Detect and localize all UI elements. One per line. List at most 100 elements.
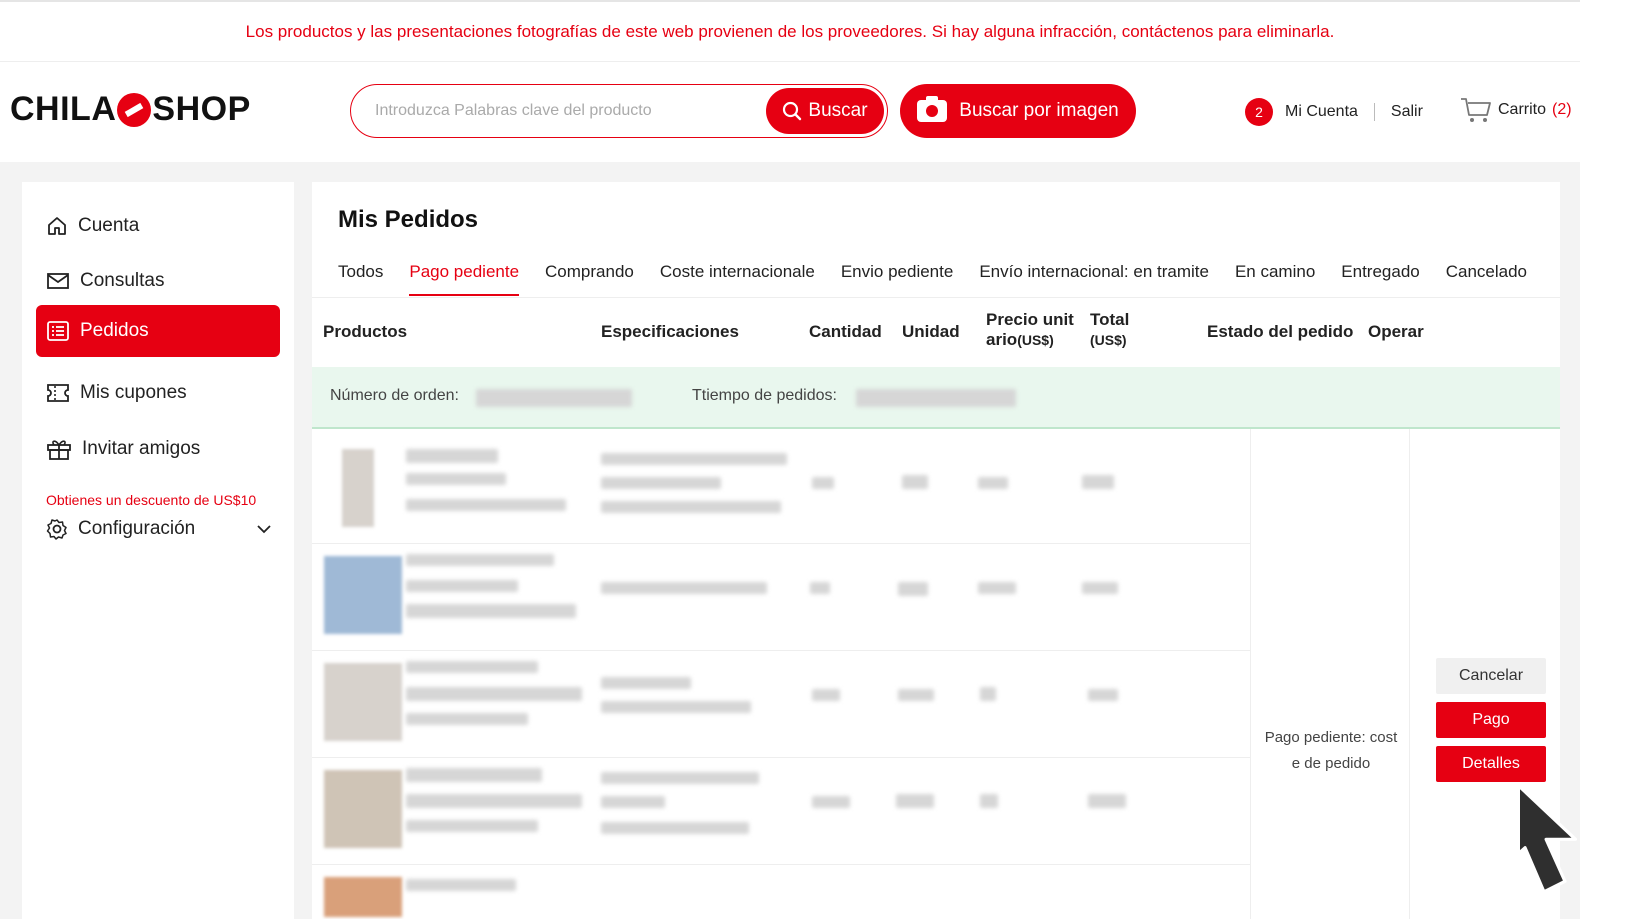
column-header-precio-unit: (US$) xyxy=(1017,332,1054,348)
search-button[interactable]: Buscar xyxy=(766,88,884,134)
tab-envio-pediente[interactable]: Envio pediente xyxy=(841,262,953,296)
column-header-operar: Operar xyxy=(1368,322,1424,341)
qty-blurred xyxy=(812,477,834,489)
sidebar-item-cupones[interactable]: Mis cupones xyxy=(36,367,280,419)
price-blurred xyxy=(978,582,1016,594)
product-thumbnail[interactable] xyxy=(342,449,374,527)
search-button-label: Buscar xyxy=(808,100,868,121)
tab-pago-pediente[interactable]: Pago pediente xyxy=(409,262,520,296)
table-header: Productos Especificaciones Cantidad Unid… xyxy=(312,297,1560,367)
order-time-value xyxy=(856,389,1016,407)
search-icon xyxy=(783,101,802,121)
product-name-blurred xyxy=(406,580,518,592)
sidebar-item-label: Invitar amigos xyxy=(82,438,201,459)
table-row xyxy=(312,536,1250,651)
image-search-button[interactable]: Buscar por imagen xyxy=(900,84,1136,138)
camera-icon xyxy=(917,96,948,122)
table-row xyxy=(312,643,1250,758)
spec-blurred xyxy=(601,453,787,465)
spec-blurred xyxy=(601,772,759,784)
qty-blurred xyxy=(812,689,840,701)
column-header-unidad: Unidad xyxy=(902,322,960,341)
tab-cancelado[interactable]: Cancelado xyxy=(1446,262,1527,296)
settings-icon xyxy=(46,519,67,540)
table-row xyxy=(312,750,1250,865)
search-box: Buscar xyxy=(350,84,888,138)
product-thumbnail[interactable] xyxy=(324,770,402,848)
product-name-blurred xyxy=(406,661,538,673)
product-name-blurred xyxy=(406,687,582,701)
column-header-total-label: Total xyxy=(1090,310,1130,329)
total-blurred xyxy=(1082,582,1118,594)
tab-entregado[interactable]: Entregado xyxy=(1341,262,1419,296)
logo-text-right: SHOP xyxy=(152,90,251,128)
column-header-precio: Precio unit ario(US$) xyxy=(986,310,1074,350)
cart-icon xyxy=(1461,98,1491,122)
sidebar-item-label: Pedidos xyxy=(80,320,149,341)
sidebar-item-configuracion[interactable]: Configuración xyxy=(36,503,280,555)
order-info-bar: Número de orden: Ttiempo de pedidos: xyxy=(312,367,1560,429)
spec-blurred xyxy=(601,477,721,489)
tab-en-camino[interactable]: En camino xyxy=(1235,262,1315,296)
spec-blurred xyxy=(601,677,691,689)
sidebar-item-consultas[interactable]: Consultas xyxy=(36,255,280,307)
page-title: Mis Pedidos xyxy=(338,206,479,233)
mail-icon xyxy=(47,273,69,289)
product-thumbnail[interactable] xyxy=(324,877,402,917)
logout-link[interactable]: Salir xyxy=(1391,103,1423,121)
chevron-down-icon[interactable] xyxy=(256,523,272,535)
order-status-cell: Pago pediente: cost e de pedido xyxy=(1250,429,1410,919)
column-header-total-unit: (US$) xyxy=(1090,332,1127,348)
price-blurred xyxy=(980,687,996,701)
product-name-blurred xyxy=(406,604,576,618)
notification-badge[interactable]: 2 xyxy=(1245,98,1273,126)
order-status-line2: e de pedido xyxy=(1291,755,1371,772)
spec-blurred xyxy=(601,582,767,594)
search-input[interactable] xyxy=(375,97,745,125)
cart-link[interactable]: Carrito (2) xyxy=(1460,96,1572,124)
product-name-blurred xyxy=(406,820,538,832)
product-thumbnail[interactable] xyxy=(324,663,402,741)
sidebar-item-label: Cuenta xyxy=(78,215,140,236)
product-name-blurred xyxy=(406,768,542,782)
order-time-label: Ttiempo de pedidos: xyxy=(692,387,837,404)
logo-text-left: CHILA xyxy=(10,90,117,128)
tab-coste-internacionale[interactable]: Coste internacionale xyxy=(660,262,815,296)
pay-button[interactable]: Pago xyxy=(1436,702,1546,738)
spec-blurred xyxy=(601,501,781,513)
notice-banner: Los productos y las presentaciones fotog… xyxy=(0,0,1580,62)
orders-panel: Mis Pedidos Todos Pago pediente Comprand… xyxy=(312,182,1560,919)
sidebar-item-invitar[interactable]: Invitar amigos xyxy=(36,423,280,475)
cart-label: Carrito xyxy=(1498,101,1547,118)
column-header-cantidad: Cantidad xyxy=(809,322,882,341)
sidebar-item-cuenta[interactable]: Cuenta xyxy=(36,200,280,252)
spec-blurred xyxy=(601,822,749,834)
page: Los productos y las presentaciones fotog… xyxy=(0,0,1580,919)
account-link[interactable]: Mi Cuenta xyxy=(1285,103,1358,121)
sidebar-item-pedidos[interactable]: Pedidos xyxy=(36,305,280,357)
total-blurred xyxy=(1082,475,1114,489)
gift-icon xyxy=(47,440,71,460)
tab-envio-internacional[interactable]: Envío internacional: en tramite xyxy=(979,262,1209,296)
list-icon xyxy=(47,321,69,341)
sidebar: Cuenta Consultas Pedidos Mis cupones Inv… xyxy=(22,182,294,919)
product-name-blurred xyxy=(406,879,516,891)
header: CHILA SHOP Buscar Buscar por imagen 2 Mi… xyxy=(0,62,1580,162)
qty-blurred xyxy=(812,796,850,808)
tab-todos[interactable]: Todos xyxy=(338,262,383,296)
sidebar-item-label: Mis cupones xyxy=(80,382,187,403)
logo[interactable]: CHILA SHOP xyxy=(10,90,251,129)
column-header-estado: Estado del pedido xyxy=(1207,322,1354,341)
column-header-total: Total (US$) xyxy=(1090,310,1129,350)
product-name-blurred xyxy=(406,449,498,463)
unit-blurred xyxy=(898,582,928,596)
product-thumbnail[interactable] xyxy=(324,556,402,634)
table-row xyxy=(312,429,1250,544)
spec-blurred xyxy=(601,701,751,713)
column-header-especificaciones: Especificaciones xyxy=(601,322,739,341)
sidebar-item-label: Configuración xyxy=(78,518,196,539)
tab-comprando[interactable]: Comprando xyxy=(545,262,634,296)
divider xyxy=(1373,103,1375,121)
cancel-button[interactable]: Cancelar xyxy=(1436,658,1546,694)
cart-count: (2) xyxy=(1552,101,1572,118)
